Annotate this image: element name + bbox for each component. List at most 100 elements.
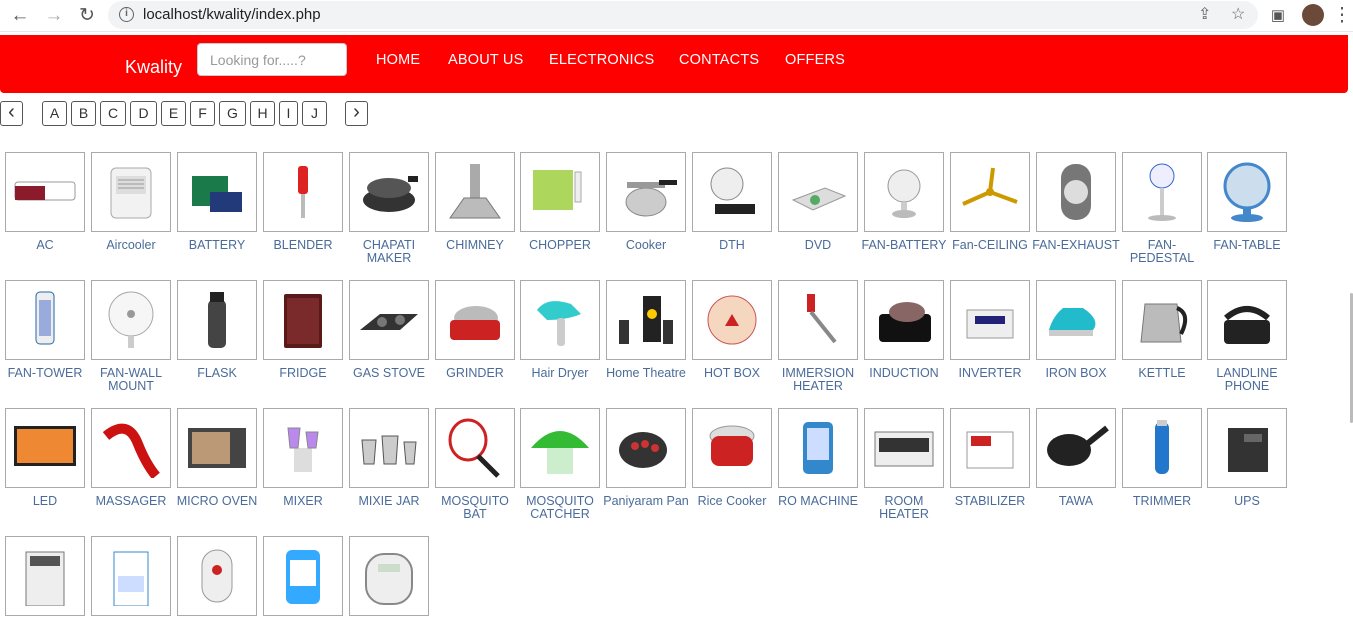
- cooker-icon[interactable]: [606, 152, 686, 232]
- product-card[interactable]: GAS STOVE: [349, 280, 429, 380]
- product-label[interactable]: CHAPATI MAKER: [345, 239, 433, 265]
- hair-dryer-icon[interactable]: [520, 280, 600, 360]
- rice-cooker-icon[interactable]: [692, 408, 772, 488]
- product-label[interactable]: INDUCTION: [860, 367, 948, 380]
- product-card[interactable]: MIXER: [263, 408, 343, 508]
- product-label[interactable]: UPS: [1203, 495, 1291, 508]
- product-card[interactable]: FAN-BATTERY: [862, 152, 946, 252]
- chapati-maker-icon[interactable]: [349, 152, 429, 232]
- product-card[interactable]: MASSAGER: [91, 408, 171, 508]
- mosquito-catcher-icon[interactable]: [520, 408, 600, 488]
- weighing-scale-icon[interactable]: [349, 536, 429, 616]
- water-dispenser-icon[interactable]: [91, 536, 171, 616]
- ups-icon[interactable]: [1207, 408, 1287, 488]
- fan-tower-icon[interactable]: [5, 280, 85, 360]
- grinder-icon[interactable]: [435, 280, 515, 360]
- blender-icon[interactable]: [263, 152, 343, 232]
- fan-battery-icon[interactable]: [864, 152, 944, 232]
- product-card[interactable]: LED: [5, 408, 85, 508]
- avatar[interactable]: [1302, 4, 1324, 26]
- back-icon[interactable]: ←: [8, 4, 32, 28]
- alphabet-letter[interactable]: H: [250, 101, 275, 126]
- product-label[interactable]: TAWA: [1032, 495, 1120, 508]
- product-label[interactable]: GRINDER: [431, 367, 519, 380]
- product-label[interactable]: MIXER: [259, 495, 347, 508]
- iron-box-icon[interactable]: [1036, 280, 1116, 360]
- alphabet-letter[interactable]: A: [42, 101, 67, 126]
- product-card[interactable]: [263, 536, 343, 623]
- fan-wall-mount-icon[interactable]: [91, 280, 171, 360]
- product-card[interactable]: MOSQUITO BAT: [435, 408, 515, 521]
- mosquito-bat-icon[interactable]: [435, 408, 515, 488]
- product-card[interactable]: Paniyaram Pan: [603, 408, 689, 508]
- alphabet-prev-button[interactable]: ‹: [0, 101, 23, 126]
- product-card[interactable]: DVD: [778, 152, 858, 252]
- product-card[interactable]: FRIDGE: [263, 280, 343, 380]
- product-label[interactable]: AC: [1, 239, 89, 252]
- product-card[interactable]: LANDLINE PHONE: [1207, 280, 1287, 393]
- ac-icon[interactable]: [5, 152, 85, 232]
- fan-exhaust-icon[interactable]: [1036, 152, 1116, 232]
- room-heater-icon[interactable]: [864, 408, 944, 488]
- product-card[interactable]: MICRO OVEN: [177, 408, 257, 508]
- product-label[interactable]: BATTERY: [173, 239, 261, 252]
- product-label[interactable]: FAN-WALL MOUNT: [87, 367, 175, 393]
- product-label[interactable]: Home Theatre: [602, 367, 690, 380]
- chopper-icon[interactable]: [520, 152, 600, 232]
- url-text[interactable]: localhost/kwality/index.php: [143, 6, 321, 23]
- product-card[interactable]: INVERTER: [950, 280, 1030, 380]
- product-card[interactable]: [177, 536, 257, 623]
- led-icon[interactable]: [5, 408, 85, 488]
- menu-icon[interactable]: ⋮: [1330, 4, 1353, 28]
- sidebar-icon[interactable]: ▣: [1266, 4, 1290, 28]
- info-icon[interactable]: i: [119, 7, 134, 22]
- product-card[interactable]: TAWA: [1036, 408, 1116, 508]
- product-label[interactable]: FAN-EXHAUST: [1032, 239, 1120, 252]
- product-label[interactable]: CHIMNEY: [431, 239, 519, 252]
- product-card[interactable]: MOSQUITO CATCHER: [520, 408, 600, 521]
- product-card[interactable]: STABILIZER: [950, 408, 1030, 508]
- product-label[interactable]: MOSQUITO BAT: [431, 495, 519, 521]
- product-label[interactable]: INVERTER: [946, 367, 1034, 380]
- product-label[interactable]: FAN-BATTERY: [860, 239, 948, 252]
- induction-icon[interactable]: [864, 280, 944, 360]
- nav-offers[interactable]: OFFERS: [785, 52, 845, 68]
- product-card[interactable]: TRIMMER: [1122, 408, 1202, 508]
- product-label[interactable]: MIXIE JAR: [345, 495, 433, 508]
- product-card[interactable]: RO MACHINE: [778, 408, 858, 508]
- chimney-icon[interactable]: [435, 152, 515, 232]
- hot-box-icon[interactable]: [692, 280, 772, 360]
- home-theatre-icon[interactable]: [606, 280, 686, 360]
- star-icon[interactable]: ☆: [1231, 4, 1245, 24]
- alphabet-letter[interactable]: G: [219, 101, 246, 126]
- aircooler-icon[interactable]: [91, 152, 171, 232]
- product-card[interactable]: HOT BOX: [692, 280, 772, 380]
- product-label[interactable]: DVD: [774, 239, 862, 252]
- immersion-heater-icon[interactable]: [778, 280, 858, 360]
- product-label[interactable]: MICRO OVEN: [173, 495, 261, 508]
- battery-icon[interactable]: [177, 152, 257, 232]
- kettle-icon[interactable]: [1122, 280, 1202, 360]
- product-card[interactable]: Aircooler: [91, 152, 171, 252]
- product-card[interactable]: [91, 536, 171, 623]
- product-label[interactable]: CHOPPER: [516, 239, 604, 252]
- product-card[interactable]: DTH: [692, 152, 772, 252]
- reload-icon[interactable]: ↻: [75, 4, 99, 28]
- product-card[interactable]: Fan-CEILING: [950, 152, 1030, 252]
- stabilizer-icon[interactable]: [950, 408, 1030, 488]
- forward-icon[interactable]: →: [42, 4, 66, 28]
- product-label[interactable]: RO MACHINE: [774, 495, 862, 508]
- product-label[interactable]: BLENDER: [259, 239, 347, 252]
- product-label[interactable]: LED: [1, 495, 89, 508]
- product-label[interactable]: HOT BOX: [688, 367, 776, 380]
- product-card[interactable]: IRON BOX: [1036, 280, 1116, 380]
- alphabet-letter[interactable]: E: [161, 101, 186, 126]
- product-card[interactable]: CHOPPER: [520, 152, 600, 252]
- product-label[interactable]: Rice Cooker: [688, 495, 776, 508]
- alphabet-letter[interactable]: C: [100, 101, 126, 126]
- water-purifier-icon[interactable]: [263, 536, 343, 616]
- product-label[interactable]: Fan-CEILING: [946, 239, 1034, 252]
- product-label[interactable]: GAS STOVE: [345, 367, 433, 380]
- product-card[interactable]: Cooker: [606, 152, 686, 252]
- inverter-icon[interactable]: [950, 280, 1030, 360]
